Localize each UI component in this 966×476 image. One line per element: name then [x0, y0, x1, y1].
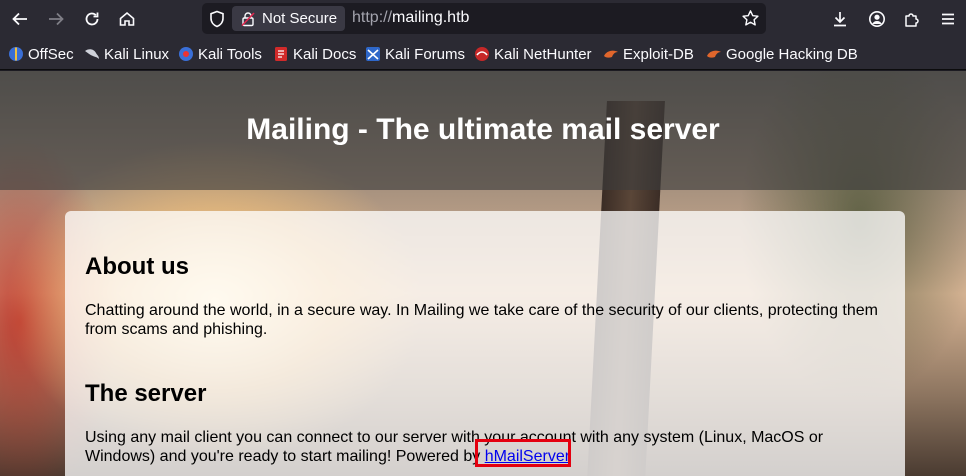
bookmark-label: Kali Linux	[104, 45, 170, 63]
about-heading: About us	[85, 253, 189, 280]
account-icon	[869, 11, 885, 27]
bookmark-kali-tools[interactable]: Kali Tools	[178, 44, 262, 64]
bookmark-label: Exploit-DB	[623, 45, 694, 63]
bookmarks-toolbar: OffSec Kali Linux Kali Tools Kali Docs K…	[0, 38, 966, 70]
home-icon	[119, 11, 135, 26]
not-secure-indicator[interactable]: Not Secure	[232, 6, 345, 31]
bookmark-star-icon[interactable]	[741, 9, 760, 28]
url-scheme: http://	[352, 9, 393, 26]
server-heading: The server	[85, 380, 207, 407]
address-bar[interactable]: Not Secure http://mailing.htb	[202, 3, 766, 34]
server-text: Using any mail client you can connect to…	[85, 428, 890, 466]
content-card: About us Chatting around the world, in a…	[65, 211, 905, 476]
page-title: Mailing - The ultimate mail server	[246, 113, 720, 146]
nethunter-icon	[475, 47, 489, 61]
exploit-db-icon	[604, 50, 618, 58]
bookmark-kali-linux[interactable]: Kali Linux	[84, 44, 169, 64]
kali-docs-icon	[275, 47, 287, 61]
url-text[interactable]: http://mailing.htb	[352, 9, 469, 27]
offsec-icon	[9, 47, 23, 61]
not-secure-label: Not Secure	[262, 10, 338, 27]
bookmark-exploit-db[interactable]: Exploit-DB	[603, 44, 694, 64]
bookmark-kali-docs[interactable]: Kali Docs	[273, 44, 356, 64]
bookmark-google-hacking-db[interactable]: Google Hacking DB	[706, 44, 858, 64]
extensions-button[interactable]	[898, 5, 926, 33]
page-viewport: Mailing - The ultimate mail server About…	[0, 71, 966, 476]
bookmark-label: Kali Tools	[198, 45, 262, 63]
kali-dragon-icon	[85, 49, 99, 59]
hamburger-menu-icon	[942, 13, 954, 25]
forward-arrow-icon	[49, 12, 64, 26]
kali-tools-icon	[179, 47, 193, 61]
kali-forums-icon	[366, 47, 380, 61]
home-button[interactable]	[113, 5, 141, 33]
bookmark-label: Google Hacking DB	[726, 45, 858, 63]
account-button[interactable]	[863, 5, 891, 33]
forward-button[interactable]	[42, 5, 70, 33]
insecure-lock-icon	[241, 11, 255, 26]
puzzle-extensions-icon	[905, 13, 919, 27]
site-header: Mailing - The ultimate mail server	[0, 71, 966, 190]
bookmark-label: Kali Docs	[293, 45, 357, 63]
server-text-body: Using any mail client you can connect to…	[85, 429, 824, 465]
url-host: mailing.htb	[392, 9, 470, 26]
hmailserver-link[interactable]: hMailServer	[485, 448, 570, 465]
bookmark-offsec[interactable]: OffSec	[8, 44, 74, 64]
bookmark-kali-forums[interactable]: Kali Forums	[365, 44, 465, 64]
reload-icon	[85, 12, 99, 26]
ghdb-icon	[707, 50, 721, 58]
reload-button[interactable]	[78, 5, 106, 33]
downloads-button[interactable]	[826, 5, 854, 33]
bookmark-label: Kali NetHunter	[494, 45, 592, 63]
bookmark-label: Kali Forums	[385, 45, 466, 63]
menu-button[interactable]	[934, 5, 962, 33]
browser-toolbar: Not Secure http://mailing.htb	[0, 0, 966, 38]
back-arrow-icon	[12, 12, 27, 26]
tracking-protection-shield-icon[interactable]	[208, 10, 226, 28]
about-text: Chatting around the world, in a secure w…	[85, 302, 878, 338]
download-icon	[834, 12, 846, 27]
bookmark-kali-nethunter[interactable]: Kali NetHunter	[474, 44, 592, 64]
bookmark-label: OffSec	[28, 45, 74, 63]
back-button[interactable]	[6, 5, 34, 33]
